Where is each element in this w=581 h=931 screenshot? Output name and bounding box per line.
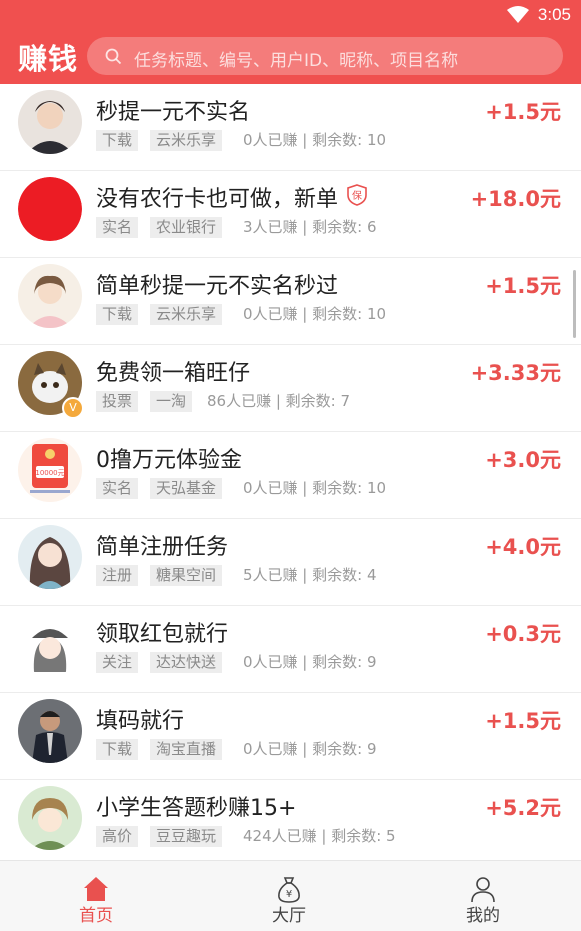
- task-tag: 投票: [96, 391, 139, 412]
- task-title: 免费领一箱旺仔: [96, 361, 251, 386]
- task-reward: +1.5元: [485, 709, 561, 733]
- task-reward: +0.3元: [485, 622, 561, 646]
- task-tag: 淘宝直播: [150, 739, 223, 760]
- task-stats: 3人已赚 | 剩余数: 6: [243, 218, 377, 236]
- scrollbar[interactable]: [573, 270, 576, 338]
- task-title: 简单注册任务: [96, 535, 229, 560]
- task-tag: 农业银行: [150, 217, 223, 238]
- nav-label: 大厅: [272, 906, 306, 926]
- task-title: 简单秒提一元不实名秒过: [96, 274, 339, 299]
- task-reward: +5.2元: [485, 796, 561, 820]
- bottom-nav: 首页 ¥ 大厅 我的: [0, 860, 581, 931]
- task-tag: 关注: [96, 652, 139, 673]
- person-icon: [471, 877, 495, 903]
- task-row[interactable]: 填码就行 下载 淘宝直播 0人已赚 | 剩余数: 9 +1.5元: [0, 693, 581, 780]
- status-time: 3:05: [537, 5, 571, 24]
- app-header: 赚钱 任务标题、编号、用户ID、昵称、项目名称: [0, 30, 581, 84]
- task-tag: 一淘: [150, 391, 193, 412]
- avatar-amount: 10000元: [35, 469, 64, 477]
- avatar: 10000元: [18, 438, 82, 502]
- task-tag: 云米乐享: [150, 304, 223, 325]
- task-stats: 0人已赚 | 剩余数: 9: [243, 653, 377, 671]
- task-title: 填码就行: [96, 709, 185, 734]
- avatar: [18, 90, 82, 154]
- avatar: [18, 177, 82, 241]
- task-stats: 0人已赚 | 剩余数: 9: [243, 740, 377, 758]
- task-title: 0撸万元体验金: [96, 448, 242, 473]
- task-tag: 下载: [96, 739, 139, 760]
- task-stats: 0人已赚 | 剩余数: 10: [243, 131, 387, 149]
- avatar: [18, 699, 82, 763]
- home-icon: [84, 877, 108, 901]
- status-bar: 3:05: [0, 0, 581, 30]
- task-row[interactable]: V 免费领一箱旺仔 投票 一淘 86人已赚 | 剩余数: 7 +3.33元: [0, 345, 581, 432]
- avatar: [18, 264, 82, 328]
- task-title: 小学生答题秒赚15+: [96, 796, 297, 821]
- task-tag: 糖果空间: [150, 565, 223, 586]
- avatar: [18, 786, 82, 850]
- page-title: 赚钱: [18, 42, 79, 76]
- task-reward: +1.5元: [485, 274, 561, 298]
- task-row[interactable]: 简单注册任务 注册 糖果空间 5人已赚 | 剩余数: 4 +4.0元: [0, 519, 581, 606]
- wifi-icon: [507, 6, 529, 23]
- nav-mine[interactable]: 我的: [423, 861, 543, 931]
- task-tag: 实名: [96, 217, 139, 238]
- task-tag: 豆豆趣玩: [150, 826, 223, 847]
- avatar: [18, 525, 82, 589]
- svg-text:¥: ¥: [286, 889, 292, 900]
- task-title: 没有农行卡也可做，新单: [96, 187, 339, 212]
- task-tag: 下载: [96, 130, 139, 151]
- task-tag: 天弘基金: [150, 478, 223, 499]
- task-reward: +3.33元: [470, 361, 561, 385]
- task-row[interactable]: 简单秒提一元不实名秒过 下载 云米乐享 0人已赚 | 剩余数: 10 +1.5元: [0, 258, 581, 345]
- guarantee-shield-icon: 保: [347, 184, 367, 206]
- avatar: [18, 612, 82, 676]
- verified-badge: V: [62, 397, 84, 419]
- task-row[interactable]: 没有农行卡也可做，新单 保 实名 农业银行 3人已赚 | 剩余数: 6 +18.…: [0, 171, 581, 258]
- task-reward: +3.0元: [485, 448, 561, 472]
- task-tag: 云米乐享: [150, 130, 223, 151]
- task-title: 领取红包就行: [96, 622, 229, 647]
- task-row[interactable]: 秒提一元不实名 下载 云米乐享 0人已赚 | 剩余数: 10 +1.5元: [0, 84, 581, 171]
- task-reward: +4.0元: [485, 535, 561, 559]
- search-placeholder: 任务标题、编号、用户ID、昵称、项目名称: [134, 51, 459, 71]
- search-icon: [105, 48, 122, 65]
- task-tag: 注册: [96, 565, 139, 586]
- guarantee-label: 保: [352, 189, 362, 202]
- task-reward: +1.5元: [485, 100, 561, 124]
- task-stats: 5人已赚 | 剩余数: 4: [243, 566, 377, 584]
- task-stats: 86人已赚 | 剩余数: 7: [207, 392, 351, 410]
- nav-label: 首页: [79, 906, 113, 926]
- task-tag: 实名: [96, 478, 139, 499]
- nav-label: 我的: [466, 906, 500, 926]
- task-stats: 0人已赚 | 剩余数: 10: [243, 305, 387, 323]
- nav-hall[interactable]: ¥ 大厅: [229, 861, 349, 931]
- task-row[interactable]: 小学生答题秒赚15+ 高价 豆豆趣玩 424人已赚 | 剩余数: 5 +5.2元: [0, 780, 581, 860]
- task-list[interactable]: 秒提一元不实名 下载 云米乐享 0人已赚 | 剩余数: 10 +1.5元 没有农…: [0, 84, 581, 860]
- task-row[interactable]: 领取红包就行 关注 达达快送 0人已赚 | 剩余数: 9 +0.3元: [0, 606, 581, 693]
- search-input[interactable]: 任务标题、编号、用户ID、昵称、项目名称: [87, 37, 563, 75]
- task-row[interactable]: 10000元 0撸万元体验金 实名 天弘基金 0人已赚 | 剩余数: 10 +3…: [0, 432, 581, 519]
- nav-home[interactable]: 首页: [36, 861, 156, 931]
- task-tag: 下载: [96, 304, 139, 325]
- task-stats: 0人已赚 | 剩余数: 10: [243, 479, 387, 497]
- task-title: 秒提一元不实名: [96, 100, 251, 125]
- task-tag: 高价: [96, 826, 139, 847]
- money-bag-icon: ¥: [278, 877, 300, 903]
- task-stats: 424人已赚 | 剩余数: 5: [243, 827, 396, 845]
- task-reward: +18.0元: [470, 187, 561, 211]
- task-tag: 达达快送: [150, 652, 223, 673]
